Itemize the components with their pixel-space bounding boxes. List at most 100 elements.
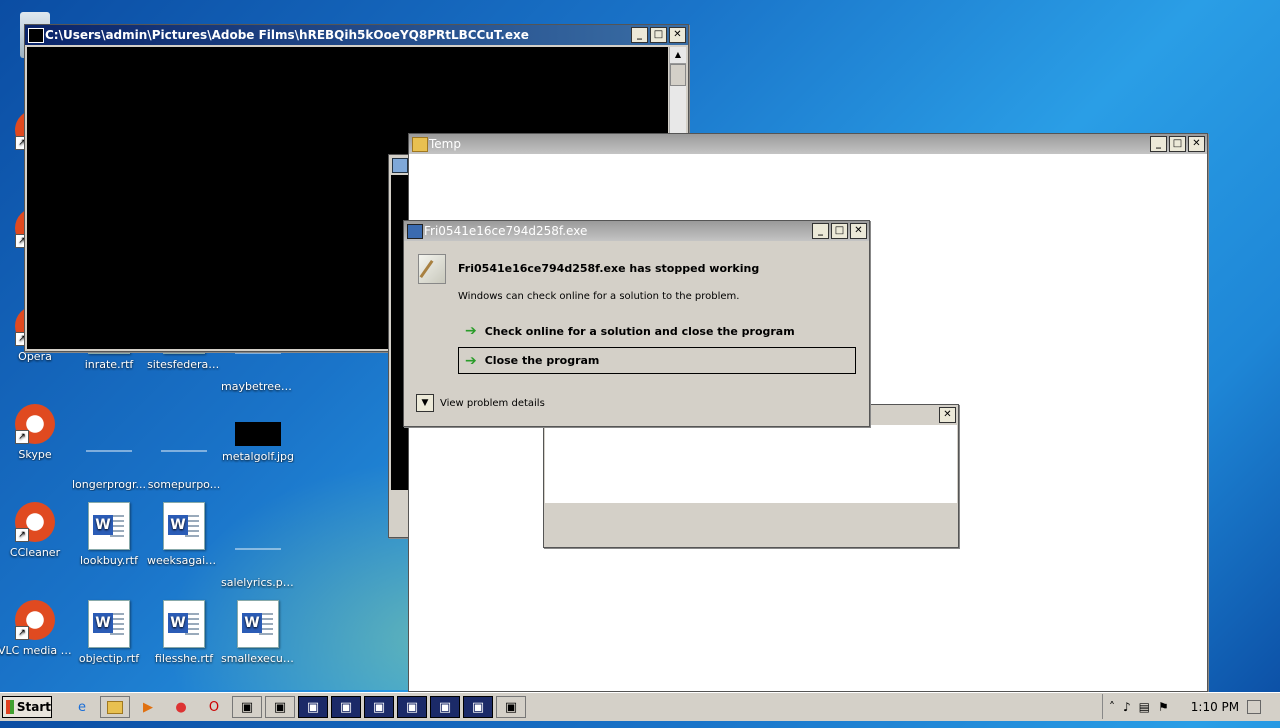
start-button[interactable]: Start <box>2 696 52 718</box>
explorer-icon[interactable] <box>100 696 130 718</box>
image-file-icon <box>161 428 207 474</box>
check-online-label: Check online for a solution and close th… <box>484 324 795 338</box>
desktop-icon-label: CCleaner <box>9 546 61 559</box>
scroll-thumb[interactable] <box>670 64 686 86</box>
desktop-icon-label: Skype <box>18 448 52 461</box>
action-center-flag-icon[interactable]: ⚑ <box>1158 700 1169 714</box>
image-file-icon <box>86 428 132 474</box>
desktop-icon-label: inrate.rtf <box>84 358 134 371</box>
system-tray: ˄ ♪ ▤ ⚑ 1:10 PM <box>1102 694 1280 719</box>
shortcut-arrow-icon: ↗ <box>15 430 29 444</box>
task-button-app-7[interactable]: ▣ <box>430 696 460 718</box>
console-title: C:\Users\admin\Pictures\Adobe Films\hREB… <box>45 28 529 42</box>
word-document-icon <box>237 600 279 648</box>
temp-title: Temp <box>429 137 461 151</box>
desktop-icon[interactable]: filesshe.rtf <box>147 600 221 665</box>
desktop-icon[interactable]: ↗ Skype <box>0 404 72 461</box>
close-button[interactable]: ✕ <box>850 223 867 239</box>
desktop-icon-label: lookbuy.rtf <box>80 554 138 567</box>
error-dialog-title: Fri0541e16ce794d258f.exe <box>424 224 588 238</box>
app-icon <box>407 224 423 239</box>
green-arrow-icon: ➔ <box>465 352 477 369</box>
maximize-button[interactable]: □ <box>650 27 667 43</box>
desktop-icon[interactable]: somepurpo... <box>147 404 221 491</box>
task-button-app-9[interactable]: ▣ <box>496 696 526 718</box>
console-titlebar[interactable]: C:\Users\admin\Pictures\Adobe Films\hREB… <box>25 25 688 45</box>
close-program-label: Close the program <box>484 354 600 367</box>
minimize-button[interactable]: _ <box>812 223 829 239</box>
task-button-app-5[interactable]: ▣ <box>364 696 394 718</box>
desktop-icon-label: objectip.rtf <box>78 652 140 665</box>
view-details-label: View problem details <box>440 397 545 409</box>
maximize-button[interactable]: □ <box>1169 136 1186 152</box>
view-details-toggle[interactable]: ▼ View problem details <box>416 394 545 412</box>
windows-logo-icon <box>6 700 14 714</box>
green-arrow-icon: ➔ <box>465 323 477 339</box>
task-button-app-3[interactable]: ▣ <box>298 696 328 718</box>
shortcut-arrow-icon: ↗ <box>15 626 29 640</box>
blank-dialog-body <box>545 425 957 503</box>
folder-icon <box>412 137 428 152</box>
application-icon: ↗ <box>15 600 55 640</box>
desktop-icon[interactable]: objectip.rtf <box>72 600 146 665</box>
temp-titlebar[interactable]: Temp _ □ ✕ <box>409 134 1207 154</box>
taskbar: Start e ▶ ● O ▣ ▣ ▣ ▣ ▣ ▣ ▣ ▣ ▣ ˄ ♪ ▤ ⚑ … <box>0 692 1280 721</box>
desktop-icon[interactable]: ↗ VLC media player <box>0 600 72 657</box>
program-icon <box>418 254 446 284</box>
desktop-icon-label: metalgolf.jpg <box>222 450 294 463</box>
application-icon: ↗ <box>15 502 55 542</box>
desktop-icon[interactable]: ↗ CCleaner <box>0 502 72 559</box>
word-document-icon <box>88 502 130 550</box>
network-icon[interactable]: ▤ <box>1139 700 1150 714</box>
chevron-down-icon[interactable]: ▼ <box>416 394 434 412</box>
maximize-button[interactable]: □ <box>831 223 848 239</box>
show-hidden-icons-icon[interactable]: ˄ <box>1109 700 1115 714</box>
error-dialog[interactable]: Fri0541e16ce794d258f.exe _ □ ✕ Fri0541e1… <box>403 220 870 427</box>
check-online-option[interactable]: ➔ Check online for a solution and close … <box>459 319 857 343</box>
error-message: Windows can check online for a solution … <box>458 291 740 302</box>
error-heading: Fri0541e16ce794d258f.exe has stopped wor… <box>458 262 760 275</box>
image-file-icon <box>235 526 281 572</box>
clock[interactable]: 1:10 PM <box>1191 700 1239 714</box>
image-file-icon <box>235 422 281 446</box>
desktop-icon[interactable]: weeksagain... <box>147 502 221 567</box>
application-icon: ↗ <box>15 404 55 444</box>
task-button-app-2[interactable]: ▣ <box>265 696 295 718</box>
volume-icon[interactable]: ♪ <box>1123 700 1131 714</box>
desktop-icon[interactable]: salelyrics.png <box>221 502 295 589</box>
word-document-icon <box>163 600 205 648</box>
close-program-option[interactable]: ➔ Close the program <box>458 347 856 374</box>
console-icon <box>28 28 44 43</box>
desktop-icon-label: salelyrics.png <box>221 576 295 589</box>
task-button-app-8[interactable]: ▣ <box>463 696 493 718</box>
word-document-icon <box>88 600 130 648</box>
desktop-icon-label: longerprogr... <box>72 478 146 491</box>
desktop-icon-label: weeksagain... <box>147 554 221 567</box>
minimize-button[interactable]: _ <box>1150 136 1167 152</box>
minimize-button[interactable]: _ <box>631 27 648 43</box>
close-button[interactable]: ✕ <box>669 27 686 43</box>
close-button[interactable]: ✕ <box>939 407 956 423</box>
desktop-icon[interactable]: lookbuy.rtf <box>72 502 146 567</box>
desktop-icon-label: VLC media player <box>0 644 72 657</box>
close-button[interactable]: ✕ <box>1188 136 1205 152</box>
ie-icon[interactable]: e <box>67 696 97 718</box>
opera-icon[interactable]: O <box>199 696 229 718</box>
desktop-icon-label: smallexecuti... <box>221 652 295 665</box>
word-document-icon <box>163 502 205 550</box>
media-player-icon[interactable]: ▶ <box>133 696 163 718</box>
desktop-icon[interactable]: longerprogr... <box>72 404 146 491</box>
error-dialog-titlebar[interactable]: Fri0541e16ce794d258f.exe _ □ ✕ <box>404 221 869 241</box>
desktop-icon-label: sitesfederal... <box>147 358 221 371</box>
task-button-app-1[interactable]: ▣ <box>232 696 262 718</box>
desktop-icon[interactable]: smallexecuti... <box>221 600 295 665</box>
shortcut-arrow-icon: ↗ <box>15 528 29 542</box>
show-desktop-button[interactable] <box>1247 699 1262 714</box>
desktop-icon[interactable]: metalgolf.jpg <box>221 404 295 463</box>
scroll-up-arrow[interactable]: ▲ <box>670 47 686 64</box>
chrome-icon[interactable]: ● <box>166 696 196 718</box>
task-button-app-6[interactable]: ▣ <box>397 696 427 718</box>
desktop-icon-label: maybetree.jpg <box>221 380 295 393</box>
desktop-icon-label: somepurpo... <box>147 478 221 491</box>
task-button-app-4[interactable]: ▣ <box>331 696 361 718</box>
